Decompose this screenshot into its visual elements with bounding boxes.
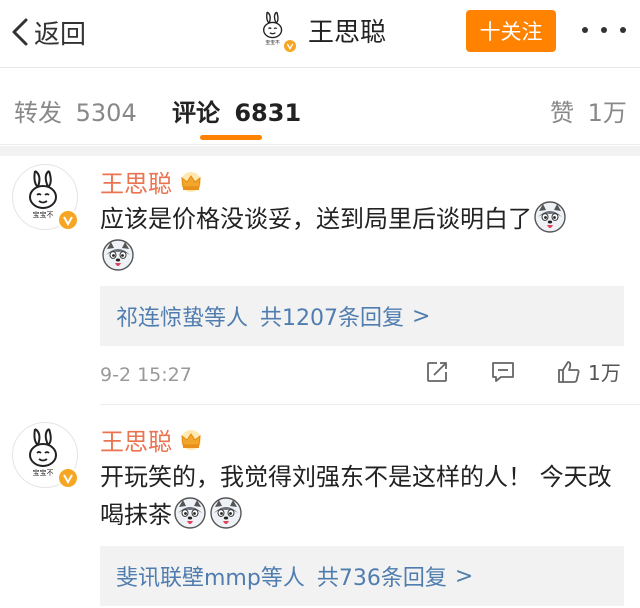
share-icon [427,362,447,382]
reply-summary-button[interactable]: 祁连惊蛰 等人 共1207条回复 > [100,286,624,346]
comment-text: 开玩笑的，我觉得刘强东不是这样的人！ 今天改喝抹茶 [100,458,624,534]
reply-arrow: > [412,303,431,329]
crown-icon [181,429,201,450]
nav-profile[interactable]: 王思聪 [252,8,387,54]
husky-emoji-icon [174,497,206,529]
share-button[interactable] [424,359,450,385]
comment-username[interactable]: 王思聪 [100,422,204,457]
comment-text: 应该是价格没谈妥，送到局里后谈明白了 [100,200,624,276]
comment-username[interactable]: 王思聪 [100,164,204,199]
top-nav-bar: 返回 王思聪 十关注 [0,0,640,68]
avatar[interactable] [12,164,79,231]
avatar[interactable] [12,422,79,489]
crown-icon [181,171,201,192]
tab-comment[interactable]: 评论 6831 [172,93,301,128]
tab-like-count: 1万 [587,99,627,127]
husky-emoji-icon [534,201,566,233]
verified-icon [282,38,298,54]
username-text: 王思聪 [100,428,172,456]
like-icon [558,360,580,383]
comment-item: 王思聪 开玩笑的，我觉得刘强东不是这样的人！ 今天改喝抹茶 斐讯联壁mmp 等人… [0,410,640,608]
back-button[interactable]: 返回 [10,12,86,52]
comment-item: 王思聪 应该是价格没谈妥，送到局里后谈明白了 祁连惊蛰 等人 共1207条回复 … [0,156,640,406]
reply-mid: 等人 [204,306,249,331]
tab-comment-count: 6831 [234,99,302,127]
section-gap [0,146,640,156]
active-tab-indicator [200,135,262,140]
like-button[interactable]: 1万 [556,357,621,386]
tab-like[interactable]: 赞 1万 [550,93,627,128]
page-title: 王思聪 [308,17,387,48]
tab-bar: 转发 5304 评论 6831 赞 1万 [0,69,640,145]
tab-repost-count: 5304 [75,99,137,127]
avatar[interactable] [252,8,298,54]
comment-button[interactable] [490,359,516,385]
tab-repost[interactable]: 转发 5304 [14,93,137,128]
reply-summary-button[interactable]: 斐讯联壁mmp 等人 共736条回复 > [100,546,624,606]
verified-icon [57,209,79,231]
comment-divider [100,404,640,405]
verified-icon [57,467,79,489]
reply-count: 共736条回复 [316,566,447,591]
like-count: 1万 [588,361,621,385]
chevron-left-icon [12,18,28,46]
follow-button[interactable]: 十关注 [466,10,556,52]
tab-repost-label: 转发 [14,99,62,127]
more-icon[interactable] [582,18,626,42]
comment-timestamp: 9-2 15:27 [100,364,192,386]
reply-mid: 等人 [260,566,305,591]
comment-icon [492,362,514,382]
comment-body: 应该是价格没谈妥，送到局里后谈明白了 [100,205,532,233]
username-text: 王思聪 [100,170,172,198]
reply-users: 斐讯联壁mmp [116,566,261,591]
reply-users: 祁连惊蛰 [116,306,205,331]
reply-arrow: > [454,563,474,589]
tab-like-label: 赞 [550,99,574,127]
reply-count: 共1207条回复 [260,306,405,331]
tab-comment-label: 评论 [172,99,220,127]
back-label: 返回 [34,19,87,50]
husky-emoji-icon [210,497,242,529]
husky-emoji-icon [102,239,134,271]
